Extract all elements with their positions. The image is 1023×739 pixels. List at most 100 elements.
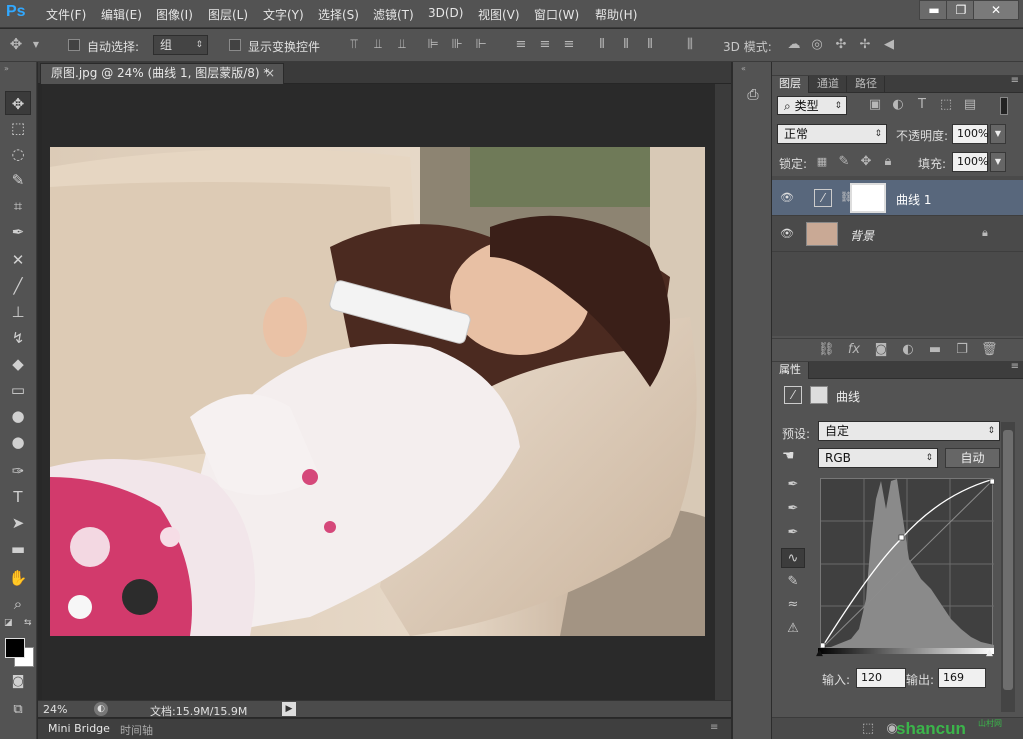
mask-properties-icon[interactable] [810, 386, 828, 404]
canvas-photo[interactable] [50, 147, 705, 636]
visibility-eye-icon[interactable]: 👁︎ [780, 191, 794, 205]
tab-channels[interactable]: 通道 [810, 76, 847, 93]
gradient-tool-icon[interactable]: ▭ [5, 378, 31, 402]
align-right-icon[interactable]: ⊩ [473, 37, 489, 53]
filter-shape-icon[interactable]: ⬚ [938, 97, 954, 113]
blend-mode-dropdown[interactable]: 正常 ⇕ [777, 124, 887, 144]
lock-paint-icon[interactable]: ✎ [836, 154, 852, 170]
history-panel-icon[interactable]: ⎙ [743, 87, 763, 109]
opacity-input[interactable]: 100% [952, 124, 988, 144]
distribute-vcenter-icon[interactable]: ≡ [537, 37, 553, 53]
move-tool-icon[interactable]: ✥ [5, 91, 31, 115]
tab-properties[interactable]: 属性 [772, 362, 809, 379]
align-left-icon[interactable]: ⊫ [425, 37, 441, 53]
status-info-icon[interactable]: ◐ [94, 702, 108, 716]
tab-timeline[interactable]: 时间轴 [120, 722, 153, 738]
default-colors-icon[interactable]: ◪ [4, 618, 13, 628]
menu-view[interactable]: 视图(V) [478, 6, 520, 23]
properties-scrollbar[interactable] [1001, 422, 1015, 712]
eraser-tool-icon[interactable]: ◆ [5, 352, 31, 376]
menu-help[interactable]: 帮助(H) [595, 6, 637, 23]
distribute-top-icon[interactable]: ≡ [513, 37, 529, 53]
type-tool-icon[interactable]: T [5, 485, 31, 509]
auto-align-icon[interactable]: ⫼ [682, 37, 698, 53]
new-layer-icon[interactable]: ❐ [954, 342, 970, 358]
close-tab-icon[interactable]: × [265, 64, 275, 83]
layer-name[interactable]: 曲线 1 [896, 191, 931, 208]
layer-row-curves[interactable]: 👁︎ ⁄ ⛓︎ 曲线 1 [772, 180, 1023, 216]
opacity-dropdown-icon[interactable]: ▼ [990, 124, 1006, 144]
layer-mask-thumbnail[interactable] [850, 183, 886, 213]
vertical-scrollbar[interactable] [715, 84, 731, 701]
panel-menu-icon[interactable]: ≡ [1011, 75, 1019, 86]
dodge-tool-icon[interactable]: ● [5, 430, 31, 454]
smooth-curve-icon[interactable]: ≈ [781, 595, 805, 615]
curves-graph[interactable] [819, 478, 996, 650]
healing-brush-tool-icon[interactable]: ✕ [5, 248, 31, 272]
add-mask-icon[interactable]: ◙ [873, 342, 889, 358]
menu-image[interactable]: 图像(I) [156, 6, 193, 23]
collapse-arrows-icon[interactable]: « [741, 64, 746, 73]
fill-dropdown-icon[interactable]: ▼ [990, 152, 1006, 172]
align-hcenter-icon[interactable]: ⊪ [449, 37, 465, 53]
sample-gray-icon[interactable]: ✒ [781, 499, 805, 519]
link-layers-icon[interactable]: ⛓︎ [818, 342, 835, 358]
menu-layer[interactable]: 图层(L) [208, 6, 248, 23]
minimize-button[interactable]: ▬ [919, 0, 949, 20]
status-menu-arrow-icon[interactable]: ▶ [282, 702, 296, 716]
distribute-left-icon[interactable]: ⫴ [594, 37, 610, 53]
quick-mask-icon[interactable]: ◙ [5, 670, 31, 694]
clipping-warning-icon[interactable]: ⚠ [781, 619, 805, 639]
3d-roll-icon[interactable]: ◎ [809, 37, 825, 53]
move-tool-icon[interactable]: ✥ [8, 36, 24, 52]
filter-adjustment-icon[interactable]: ◐ [890, 97, 906, 113]
marquee-tool-icon[interactable]: ⬚ [5, 116, 31, 140]
3d-scale-icon[interactable]: ◀ [881, 37, 897, 53]
menu-filter[interactable]: 滤镜(T) [373, 6, 414, 23]
zoom-tool-icon[interactable]: ⌕ [5, 592, 31, 616]
tab-layers[interactable]: 图层 [772, 76, 809, 93]
layer-name[interactable]: 背景 [850, 227, 874, 244]
filter-toggle-switch[interactable] [1000, 97, 1008, 115]
collapse-arrows-icon[interactable]: » [4, 64, 9, 73]
hand-tool-icon[interactable]: ✋ [5, 566, 31, 590]
menu-window[interactable]: 窗口(W) [534, 6, 579, 23]
layer-row-background[interactable]: 👁︎ 背景 🔒︎ [772, 216, 1023, 252]
pen-tool-icon[interactable]: ✑ [5, 459, 31, 483]
scrollbar-thumb[interactable] [1003, 430, 1013, 690]
panel-menu-icon[interactable]: ≡ [710, 722, 718, 733]
on-image-adjust-icon[interactable]: ☚ [782, 448, 795, 464]
filter-pixel-icon[interactable]: ▣ [867, 97, 883, 113]
visibility-eye-icon[interactable]: 👁︎ [780, 227, 794, 241]
menu-edit[interactable]: 编辑(E) [101, 6, 142, 23]
eyedropper-tool-icon[interactable]: ✒ [5, 220, 31, 244]
3d-drag-icon[interactable]: ✣ [833, 37, 849, 53]
delete-layer-icon[interactable]: 🗑︎ [981, 342, 998, 358]
lock-transparent-icon[interactable]: ▦ [814, 154, 830, 170]
tab-mini-bridge[interactable]: Mini Bridge [48, 722, 110, 735]
tab-paths[interactable]: 路径 [848, 76, 885, 93]
clip-to-layer-icon[interactable]: ⬚ [860, 721, 876, 737]
quick-select-tool-icon[interactable]: ✎ [5, 168, 31, 192]
distribute-right-icon[interactable]: ⫴ [642, 37, 658, 53]
menu-type[interactable]: 文字(Y) [263, 6, 304, 23]
filter-smart-icon[interactable]: ▤ [962, 97, 978, 113]
auto-select-dropdown[interactable]: 组 ⇕ [153, 35, 208, 55]
path-select-tool-icon[interactable]: ➤ [5, 511, 31, 535]
blur-tool-icon[interactable]: ● [5, 404, 31, 428]
document-tab[interactable]: 原图.jpg @ 24% (曲线 1, 图层蒙版/8) * × [40, 63, 284, 84]
white-point-slider-icon[interactable]: ▲ [986, 648, 993, 658]
foreground-color-swatch[interactable] [5, 638, 25, 658]
distribute-bottom-icon[interactable]: ≡ [561, 37, 577, 53]
lasso-tool-icon[interactable]: ◌ [5, 142, 31, 166]
align-vcenter-icon[interactable]: ⫫ [370, 37, 386, 53]
black-point-slider-icon[interactable]: ▲ [816, 648, 823, 658]
fill-input[interactable]: 100% [952, 152, 988, 172]
menu-3d[interactable]: 3D(D) [428, 6, 463, 20]
rectangle-tool-icon[interactable]: ▬ [5, 537, 31, 561]
3d-slide-icon[interactable]: ✢ [857, 37, 873, 53]
new-group-icon[interactable]: ▬ [927, 342, 943, 358]
zoom-level[interactable]: 24% [43, 703, 67, 716]
swap-colors-icon[interactable]: ⇆ [24, 618, 32, 628]
3d-rotate-icon[interactable]: ☁ [786, 37, 802, 53]
